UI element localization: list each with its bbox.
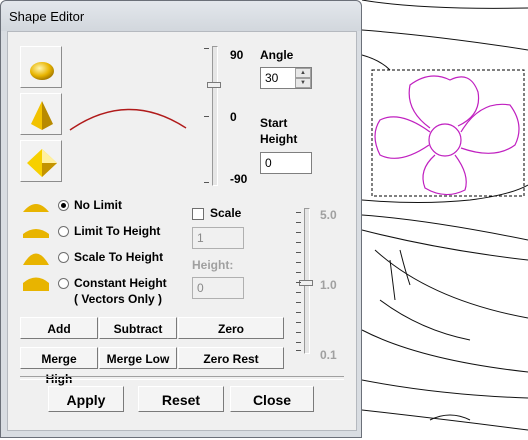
scale-checkbox[interactable]: [192, 208, 204, 220]
zero-rest-button[interactable]: Zero Rest: [178, 347, 284, 369]
angle-min-label: -90: [230, 172, 248, 186]
constant-height-radio[interactable]: [58, 278, 69, 289]
angle-label: Angle: [260, 48, 294, 62]
scale-input: [192, 227, 244, 249]
subtract-button[interactable]: Subtract: [99, 317, 177, 339]
scale-min-label: 0.1: [320, 348, 337, 362]
scale-to-height-radio[interactable]: [58, 252, 69, 263]
apply-button[interactable]: Apply: [48, 386, 124, 412]
angle-slider-thumb[interactable]: [207, 82, 221, 88]
spin-down-icon[interactable]: ▼: [295, 78, 311, 88]
round-dome-shape-icon: [30, 62, 54, 80]
scale-slider-thumb[interactable]: [299, 280, 313, 286]
dome-limited-icon: [23, 229, 49, 238]
cone-shape-icon: [31, 101, 53, 130]
angle-spinner[interactable]: ▲ ▼: [295, 68, 311, 88]
start-height-input[interactable]: [260, 152, 312, 174]
cone-shape-button[interactable]: [20, 93, 62, 135]
constant-height-label: Constant Height: [74, 276, 167, 290]
dome-constant-icon: [23, 277, 49, 291]
round-dome-shape-button[interactable]: [20, 46, 62, 88]
limit-to-height-label: Limit To Height: [74, 224, 161, 238]
pyramid-shape-icon: [27, 149, 57, 177]
angle-max-label: 90: [230, 48, 244, 62]
angle-mid-label: 0: [230, 110, 237, 124]
zero-button[interactable]: Zero: [178, 317, 284, 339]
dome-scaled-icon: [23, 253, 49, 265]
start-height-label-1: Start: [260, 116, 288, 130]
add-button[interactable]: Add: [20, 317, 98, 339]
close-button[interactable]: Close: [230, 386, 314, 412]
scale-mid-label: 1.0: [320, 278, 337, 292]
start-height-label-2: Height: [260, 132, 298, 146]
reset-button[interactable]: Reset: [138, 386, 224, 412]
no-limit-label: No Limit: [74, 198, 122, 212]
merge-high-button[interactable]: Merge High: [20, 347, 98, 386]
window-title: Shape Editor: [9, 9, 85, 24]
vectors-only-label: ( Vectors Only ): [74, 292, 163, 306]
height-label: Height:: [192, 258, 234, 272]
shape-editor-panel: 90 0 -90 Angle ▲ ▼ Start Height No Limit…: [7, 31, 357, 431]
scale-max-label: 5.0: [320, 208, 337, 222]
limit-to-height-radio[interactable]: [58, 226, 69, 237]
height-input: [192, 277, 244, 299]
divider: [20, 376, 344, 380]
scale-label: Scale: [210, 206, 242, 220]
scale-to-height-label: Scale To Height: [74, 250, 164, 264]
pyramid-shape-button[interactable]: [20, 140, 62, 182]
title-bar[interactable]: Shape Editor: [1, 1, 361, 31]
spin-up-icon[interactable]: ▲: [295, 68, 311, 78]
dome-icon: [23, 204, 49, 212]
no-limit-radio[interactable]: [58, 200, 69, 211]
merge-low-button[interactable]: Merge Low: [99, 347, 177, 369]
profile-preview: [69, 108, 187, 131]
shape-editor-window: Shape Editor 90 0 -90 Angle 30 ▲ ▼ Start…: [0, 0, 362, 438]
